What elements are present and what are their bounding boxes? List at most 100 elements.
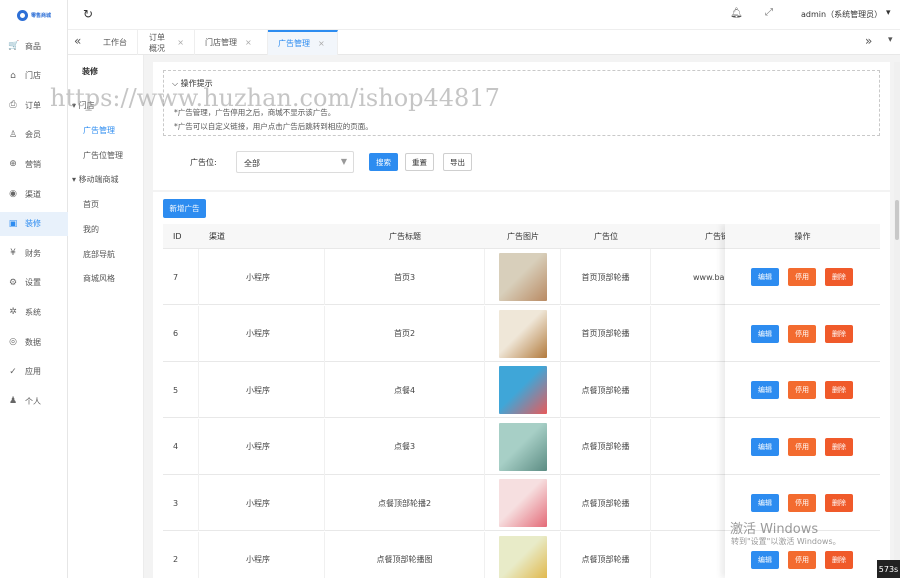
edit-button[interactable]: 编辑: [751, 494, 779, 512]
tip-line: *广告可以自定义链接，用户点击广告后跳转到相应的页面。: [174, 122, 373, 131]
sub-nav-item-bottom-nav[interactable]: 底部导航: [83, 249, 115, 260]
search-button[interactable]: 搜索: [369, 153, 398, 171]
sub-nav-item-ad-position[interactable]: 广告位管理: [83, 150, 123, 161]
reset-button[interactable]: 重置: [405, 153, 434, 171]
user-menu[interactable]: admin（系统管理员）: [801, 9, 882, 20]
logo-text: 零售商城: [30, 12, 51, 19]
left-nav-item[interactable]: ✓ 应用: [0, 360, 68, 384]
close-icon[interactable]: ×: [177, 38, 184, 47]
cell-image: [485, 475, 561, 531]
cell-channel: 小程序: [199, 531, 325, 578]
close-icon[interactable]: ×: [245, 38, 252, 47]
stop-button[interactable]: 停用: [788, 324, 816, 343]
top-bar: ↻ 🔔︎ ⤢ admin（系统管理员） ▾: [68, 0, 900, 30]
close-icon[interactable]: ×: [318, 39, 325, 48]
user-icon: ♙: [8, 129, 18, 140]
sub-nav-group-mobile[interactable]: ▾ 移动端商城: [72, 174, 119, 185]
edit-button[interactable]: 编辑: [751, 324, 779, 343]
delete-button[interactable]: 删除: [825, 324, 853, 343]
ad-thumbnail[interactable]: [498, 479, 547, 527]
marketing-icon: ⊕: [9, 159, 17, 170]
cell-id: 4: [163, 418, 199, 475]
ad-thumbnail[interactable]: [498, 366, 547, 414]
export-button[interactable]: 导出: [443, 153, 472, 171]
tab-item[interactable]: 广告管理 ×: [268, 30, 338, 55]
ad-position-select[interactable]: 全部 ▼: [236, 151, 354, 173]
tabs-menu-icon[interactable]: ▾: [888, 35, 893, 45]
cell-position: 点餐顶部轮播: [561, 362, 651, 418]
left-nav-item[interactable]: ✲ 系统: [0, 300, 68, 324]
logo-icon: [16, 9, 28, 21]
sub-nav-item-style[interactable]: 商城风格: [83, 273, 115, 284]
cell-channel: 小程序: [199, 475, 325, 531]
left-nav-item[interactable]: ▣ 装修: [0, 211, 68, 236]
stop-button[interactable]: 停用: [788, 550, 816, 569]
left-nav-item[interactable]: 🛒 商品: [0, 34, 68, 58]
ad-thumbnail[interactable]: [498, 253, 547, 301]
refresh-icon[interactable]: ↻: [83, 7, 93, 21]
cell-position: 点餐顶部轮播: [561, 475, 651, 531]
delete-button[interactable]: 删除: [825, 268, 853, 286]
sub-nav-item-mine[interactable]: 我的: [83, 224, 99, 235]
delete-button[interactable]: 删除: [825, 381, 853, 399]
tabs-prev-icon[interactable]: «: [74, 34, 81, 48]
corner-badge: 573s: [877, 560, 900, 578]
left-nav-item[interactable]: ♟ 个人: [0, 389, 68, 413]
cell-title: 首页2: [325, 305, 485, 362]
delete-button[interactable]: 删除: [825, 550, 853, 569]
sub-nav-item-home[interactable]: 首页: [83, 199, 99, 210]
edit-button[interactable]: 编辑: [751, 381, 779, 399]
left-nav-item[interactable]: ¥ 财务: [0, 241, 68, 265]
system-icon: ✲: [9, 307, 17, 318]
site-watermark: https://www.huzhan.com/ishop44817: [50, 84, 500, 112]
tab-item[interactable]: 订单概况 ×: [139, 30, 195, 55]
person-icon: ♟: [8, 396, 18, 407]
tab-item[interactable]: 工作台: [93, 30, 138, 55]
left-nav-label: 装修: [25, 219, 41, 229]
tab-item[interactable]: 门店管理 ×: [195, 30, 268, 55]
table-header-channel: 渠道: [199, 224, 325, 249]
scrollbar-track[interactable]: [894, 62, 900, 578]
left-nav-label: 系统: [25, 307, 41, 317]
left-nav-label: 订单: [25, 100, 41, 110]
cell-position: 首页顶部轮播: [561, 249, 651, 305]
cell-title: 点餐3: [325, 418, 485, 475]
table-header-actions: 操作: [725, 224, 880, 249]
edit-button[interactable]: 编辑: [751, 268, 779, 286]
stop-button[interactable]: 停用: [788, 381, 816, 399]
ad-thumbnail[interactable]: [498, 535, 547, 578]
tab-label: 工作台: [103, 38, 127, 47]
left-nav-item[interactable]: ♙ 会员: [0, 123, 68, 147]
stop-button[interactable]: 停用: [788, 494, 816, 512]
decorate-icon: ▣: [8, 218, 18, 229]
sub-nav-item-ad-manage[interactable]: 广告管理: [83, 125, 115, 136]
tab-label: 广告管理: [278, 39, 310, 48]
left-nav-label: 渠道: [25, 189, 41, 199]
stop-button[interactable]: 停用: [788, 268, 816, 286]
delete-button[interactable]: 删除: [825, 437, 853, 456]
left-nav-item[interactable]: ◎ 数据: [0, 330, 68, 354]
brand-logo[interactable]: 零售商城: [0, 0, 68, 30]
channel-icon: ◉: [9, 189, 17, 199]
ad-thumbnail[interactable]: [498, 422, 547, 471]
fullscreen-icon[interactable]: ⤢: [765, 7, 773, 18]
cell-title: 首页3: [325, 249, 485, 305]
home-icon: ⌂: [10, 70, 16, 81]
left-nav-item[interactable]: ⊕ 营销: [0, 152, 68, 176]
cell-position: 点餐顶部轮播: [561, 418, 651, 475]
bell-icon[interactable]: 🔔︎: [730, 8, 743, 19]
tabs-next-icon[interactable]: »: [865, 34, 872, 48]
edit-button[interactable]: 编辑: [751, 437, 779, 456]
left-nav-item[interactable]: ◉ 渠道: [0, 182, 68, 206]
left-nav-item[interactable]: ⚙ 设置: [0, 271, 68, 295]
delete-button[interactable]: 删除: [825, 494, 853, 512]
caret-down-icon[interactable]: ▾: [886, 8, 891, 18]
ad-thumbnail[interactable]: [498, 309, 547, 358]
left-nav-label: 会员: [25, 130, 41, 140]
add-ad-button[interactable]: 新增广告: [163, 199, 206, 218]
scrollbar-thumb[interactable]: [895, 200, 899, 240]
edit-button[interactable]: 编辑: [751, 550, 779, 569]
stop-button[interactable]: 停用: [788, 437, 816, 456]
left-nav-label: 财务: [25, 248, 41, 258]
windows-activation-hint: 转到"设置"以激活 Windows。: [731, 537, 841, 546]
